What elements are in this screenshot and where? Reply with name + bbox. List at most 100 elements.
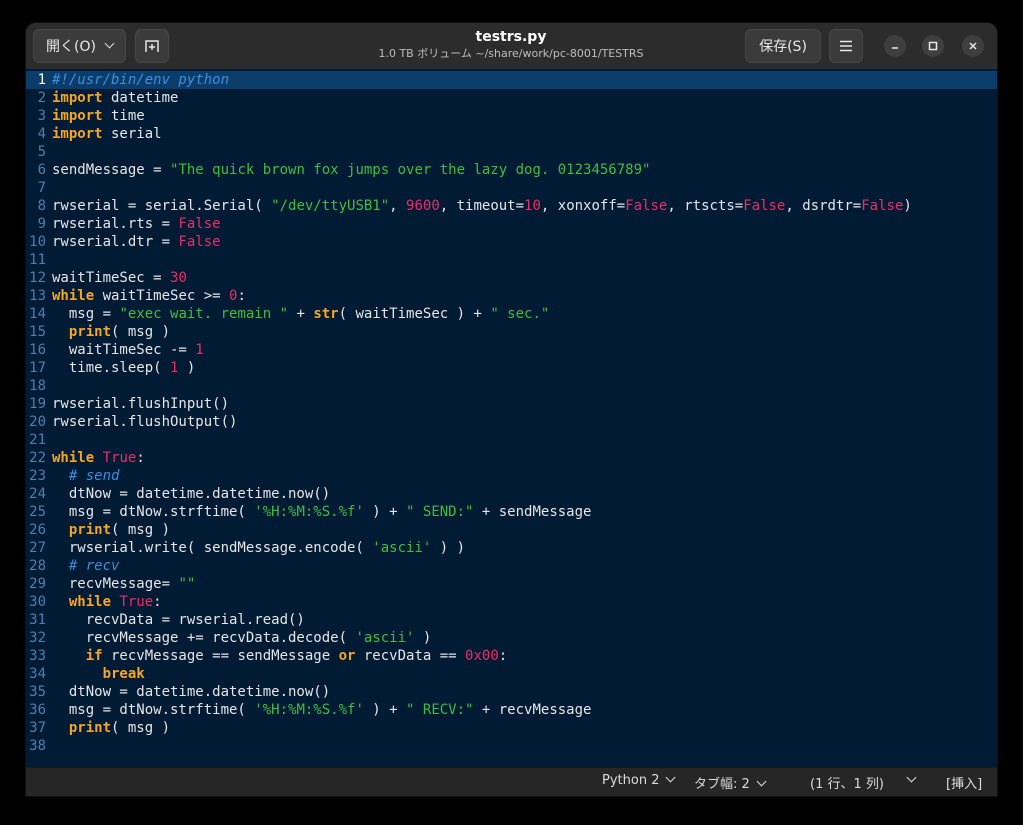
code-line[interactable]: while True:	[52, 593, 162, 611]
code-token: ) +	[363, 504, 407, 520]
code-line[interactable]: rwserial.write( sendMessage.encode( 'asc…	[52, 539, 465, 557]
status-menu-dropdown[interactable]	[906, 772, 917, 788]
line-number: 31	[29, 612, 46, 628]
code-token: , dsrdtr=	[785, 198, 862, 214]
code-line[interactable]: rwserial.rts = False	[52, 215, 221, 233]
code-line[interactable]: dtNow = datetime.datetime.now()	[52, 683, 330, 701]
code-token: recvData ==	[355, 648, 466, 664]
code-token: rwserial.write( sendMessage.encode(	[52, 540, 373, 556]
code-token: 'ascii'	[355, 630, 415, 646]
code-token: ) )	[431, 540, 466, 556]
code-line[interactable]: # recv	[52, 557, 120, 575]
code-line[interactable]: waitTimeSec = 30	[52, 269, 187, 287]
code-token: break	[102, 666, 145, 682]
line-number-gutter: 1 2 3 4 5 6 7 8 9 10 11 12 13 14 15 16 17 18 19 20 21 22 23 24 2…	[26, 69, 48, 767]
code-token: msg = dtNow.strftime(	[52, 504, 255, 520]
code-line[interactable]: if recvMessage == sendMessage or recvDat…	[52, 647, 507, 665]
code-token: '%H:%M:%S.%f'	[254, 702, 364, 718]
code-line[interactable]: msg = "exec wait. remain " + str( waitTi…	[52, 305, 550, 323]
code-token: import	[52, 90, 103, 106]
save-button-label: 保存(S)	[759, 39, 807, 55]
code-line[interactable]: msg = dtNow.strftime( '%H:%M:%S.%f' ) + …	[52, 701, 592, 719]
open-button[interactable]: 開く(O)	[33, 29, 126, 63]
line-number: 5	[37, 144, 46, 160]
code-line[interactable]: waitTimeSec -= 1	[52, 341, 204, 359]
line-number: 20	[29, 414, 46, 430]
code-token: recvMessage += recvData.decode(	[52, 630, 356, 646]
insert-mode-indicator[interactable]: [挿入]	[946, 773, 982, 792]
code-line[interactable]: import datetime	[52, 89, 178, 107]
code-token: , rtscts=	[667, 198, 744, 214]
code-line[interactable]: rwserial.dtr = False	[52, 233, 221, 251]
code-line[interactable]: recvMessage= ""	[52, 575, 195, 593]
code-line[interactable]: time.sleep( 1 )	[52, 359, 195, 377]
window-title: testrs.py	[475, 29, 547, 45]
code-line[interactable]: break	[52, 665, 145, 683]
code-token: print	[68, 720, 112, 736]
code-token: )	[178, 360, 196, 376]
code-line[interactable]: import time	[52, 107, 145, 125]
maximize-button[interactable]	[922, 35, 944, 57]
code-editor[interactable]: 1 2 3 4 5 6 7 8 9 10 11 12 13 14 15 16 17 18 19 20 21 22 23 24 2…	[26, 69, 997, 767]
status-bar: Python 2 タブ幅: 2 (1 行、1 列) [挿入]	[26, 767, 997, 796]
close-icon	[969, 42, 977, 50]
close-button[interactable]	[962, 35, 984, 57]
code-line[interactable]: # send	[52, 467, 120, 485]
code-token: " RECV:"	[406, 702, 474, 718]
code-token: False	[861, 198, 904, 214]
file-path: 1.0 TB ボリューム ~/share/work/pc-8001/TESTRS	[378, 47, 644, 60]
minimize-button[interactable]	[884, 35, 906, 57]
code-line[interactable]: import serial	[52, 125, 162, 143]
code-token: "/dev/ttyUSB1"	[271, 198, 390, 214]
code-line[interactable]: print( msg )	[52, 521, 170, 539]
code-token: or	[338, 648, 356, 664]
code-line[interactable]: rwserial.flushOutput()	[52, 413, 237, 431]
code-line[interactable]: print( msg )	[52, 719, 170, 737]
code-line[interactable]: dtNow = datetime.datetime.now()	[52, 485, 330, 503]
language-selector[interactable]: Python 2	[602, 772, 676, 788]
line-number: 32	[29, 630, 46, 646]
code-line[interactable]: print( msg )	[52, 323, 170, 341]
code-line[interactable]: recvMessage += recvData.decode( 'ascii' …	[52, 629, 432, 647]
line-number: 1	[37, 72, 46, 88]
code-token: True	[102, 450, 137, 466]
line-number: 36	[29, 702, 46, 718]
code-token: )	[414, 630, 432, 646]
code-token: #!/usr/bin/env python	[52, 72, 230, 88]
cursor-position[interactable]: (1 行、1 列)	[810, 773, 884, 792]
code-token: # send	[68, 468, 120, 484]
code-token: + sendMessage	[473, 504, 592, 520]
save-button[interactable]: 保存(S)	[745, 29, 821, 63]
line-number: 28	[29, 558, 46, 574]
main-menu-button[interactable]	[829, 29, 863, 63]
line-number: 21	[29, 432, 46, 448]
code-line[interactable]: recvData = rwserial.read()	[52, 611, 305, 629]
code-token: import	[52, 126, 103, 142]
code-token: ,	[389, 198, 407, 214]
code-line[interactable]: rwserial = serial.Serial( "/dev/ttyUSB1"…	[52, 197, 912, 215]
line-number: 15	[29, 324, 46, 340]
code-area[interactable]: #!/usr/bin/env python import datetime impo…	[52, 69, 997, 767]
code-line[interactable]: msg = dtNow.strftime( '%H:%M:%S.%f' ) + …	[52, 503, 592, 521]
code-token: waitTimeSec -=	[52, 342, 196, 358]
code-token: :	[498, 648, 508, 664]
code-token: str	[313, 306, 339, 322]
code-token: print	[68, 522, 112, 538]
chevron-down-icon	[104, 38, 115, 48]
new-document-button[interactable]	[135, 29, 169, 63]
code-token: 0x00	[465, 648, 499, 664]
code-line[interactable]: #!/usr/bin/env python	[52, 71, 229, 89]
tab-width-selector[interactable]: タブ幅: 2	[694, 773, 767, 792]
code-line[interactable]: while waitTimeSec >= 0:	[52, 287, 246, 305]
code-token: False	[743, 198, 786, 214]
code-line[interactable]: rwserial.flushInput()	[52, 395, 229, 413]
code-line[interactable]: while True:	[52, 449, 145, 467]
code-line[interactable]: sendMessage = "The quick brown fox jumps…	[52, 161, 650, 179]
code-token: False	[178, 216, 221, 232]
code-token: + recvMessage	[473, 702, 592, 718]
